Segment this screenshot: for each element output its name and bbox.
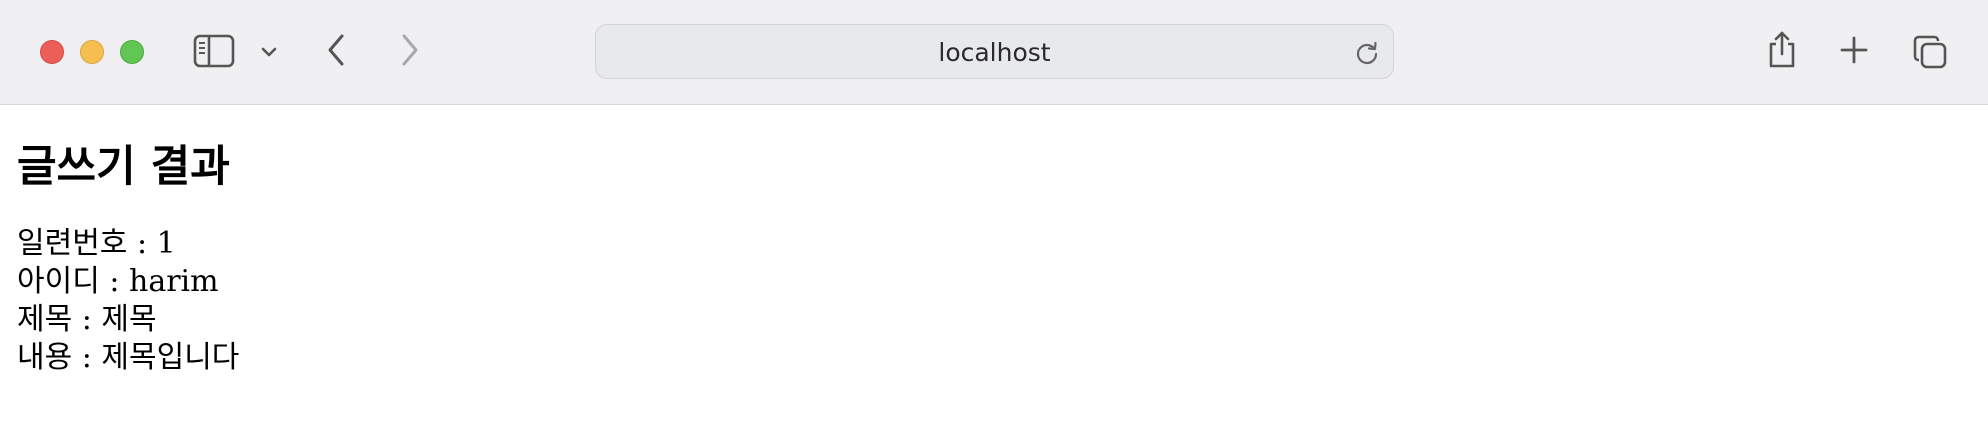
back-button[interactable] [322,30,350,70]
reload-icon [1356,41,1378,65]
row-label: 제목 [17,302,73,337]
sidebar-icon [193,34,235,68]
chevron-down-icon [261,47,277,57]
chevron-left-icon [328,34,344,66]
tab-overview-button[interactable] [1912,34,1948,70]
row-value: 제목입니다 [101,340,240,375]
chevron-right-icon [402,34,418,66]
browser-toolbar: localhost [0,0,1988,105]
reload-button[interactable] [1353,39,1381,67]
row-separator: : [72,340,102,375]
plus-icon [1840,36,1868,64]
row-value: 제목 [101,302,157,337]
minimize-window-button[interactable] [80,40,104,64]
result-list: 일련번호 : 1 아이디 : harim 제목 : 제목 내용 : 제목입니다 [17,225,1967,377]
new-tab-button[interactable] [1838,34,1870,66]
tab-group-menu-button[interactable] [256,40,282,64]
row-label: 일련번호 [17,226,128,261]
row-label: 내용 [17,340,73,375]
close-window-button[interactable] [40,40,64,64]
address-bar[interactable]: localhost [595,24,1394,79]
row-value: 1 [156,226,176,261]
result-row-title: 제목 : 제목 [17,301,1967,339]
address-text: localhost [938,38,1051,67]
row-value: harim [129,264,219,299]
forward-button[interactable] [396,30,424,70]
row-label: 아이디 [17,264,100,299]
share-icon [1769,31,1795,68]
page-content: 글쓰기 결과 일련번호 : 1 아이디 : harim 제목 : 제목 내용 :… [17,105,1967,377]
zoom-window-button[interactable] [120,40,144,64]
sidebar-toggle-button[interactable] [192,32,236,70]
page-title: 글쓰기 결과 [17,142,230,192]
result-row-content: 내용 : 제목입니다 [17,339,1967,377]
row-separator: : [127,226,157,261]
result-row-serial: 일련번호 : 1 [17,225,1967,263]
row-separator: : [99,264,129,299]
share-button[interactable] [1766,30,1798,70]
result-row-id: 아이디 : harim [17,263,1967,301]
row-separator: : [72,302,102,337]
tab-overview-icon [1913,35,1947,69]
